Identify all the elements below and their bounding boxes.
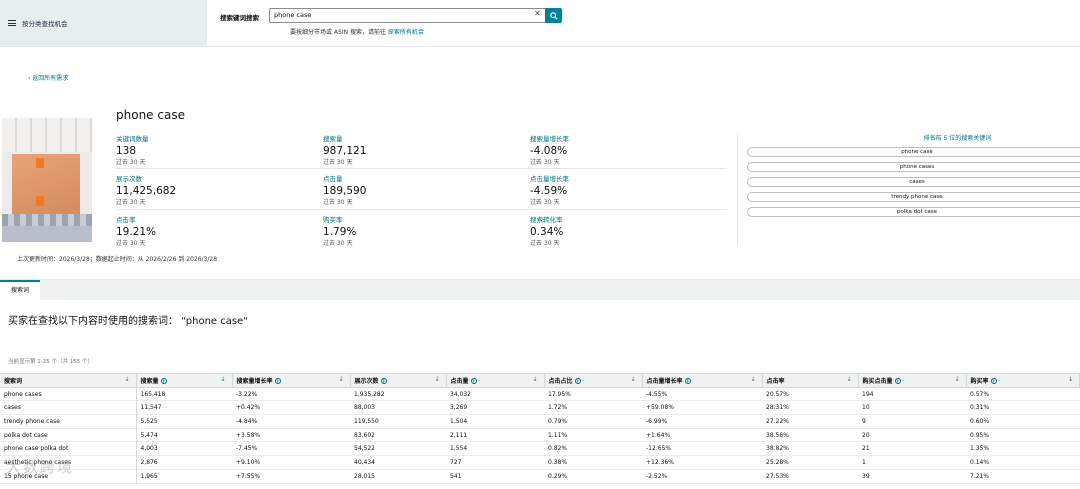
keyword-title: phone case	[116, 108, 185, 122]
top5-keyword[interactable]: polka dot case	[747, 207, 1080, 217]
metric-impressions: 展示次数 11,425,682 过去 30 天	[116, 175, 177, 206]
clear-icon[interactable]: ✕	[534, 9, 541, 18]
metric-purchase-rate: 购买率 1.79% 过去 30 天	[323, 216, 357, 247]
col-clicks[interactable]: 点击量? ↓	[446, 373, 545, 388]
table-row: phone cases 165,418 -3.22% 1,935,282 34,032 1…	[0, 387, 1080, 401]
top5-keyword[interactable]: cases	[747, 177, 1080, 187]
search-label: 搜索键词搜索	[220, 14, 259, 22]
search-button[interactable]	[545, 8, 562, 23]
metric-search-volume: 搜索量 987,121 过去 30 天	[323, 135, 367, 166]
col-search-volume[interactable]: 搜索量? ↓	[136, 373, 233, 388]
back-link[interactable]: ‹ 返回所有需求	[28, 73, 68, 82]
search-input[interactable]: phone case	[269, 8, 545, 23]
divider	[116, 168, 727, 169]
col-search-term[interactable]: 搜索词 ↓	[0, 373, 137, 388]
metric-ctr: 点击率 19.21% 过去 30 天	[116, 216, 157, 247]
search-hint: 要按细分市场或 ASIN 搜索，请前往 探索所有机会	[290, 29, 424, 36]
search-icon	[549, 11, 558, 20]
top5-keyword[interactable]: phone case	[747, 147, 1080, 157]
metric-click-growth: 点击量增长率 -4.59% 过去 30 天	[530, 175, 569, 206]
divider	[737, 133, 738, 245]
table-row: phone case polka dot 4,003 -7.45% 54,522 1,5…	[0, 441, 1080, 456]
top5-keyword[interactable]: trendy phone case	[747, 192, 1080, 202]
metric-conversion: 搜索转化率 0.34% 过去 30 天	[530, 216, 564, 247]
col-click-growth[interactable]: 点击量增长率? ↓	[642, 373, 763, 388]
table-row: 15 phone case 1,965 +7.55% 28,015 541 0.29% -2…	[0, 469, 1080, 483]
search-terms-table: 搜索词 ↓ 搜索量? ↓ 搜索量增长率? ↓ 展示次数? ↓ 点击量? ↓ 点击占比? ↓ …	[0, 373, 1080, 484]
category-menu-label[interactable]: 按分类查找机会	[22, 18, 68, 28]
top5-keyword[interactable]: phone cases	[747, 162, 1080, 172]
top-bar: 按分类查找机会 搜索键词搜索 phone case ✕ 要按细分市场或 ASIN…	[0, 0, 1080, 47]
col-impressions[interactable]: 展示次数? ↓	[350, 373, 447, 388]
table-row: aesthetic phone cases 2,876 +9.10% 40,434 72…	[0, 455, 1080, 470]
table-row: trendy phone case 5,525 -4.84% 119,550 1,504…	[0, 414, 1080, 429]
metric-search-growth: 搜索量增长率 -4.08% 过去 30 天	[530, 135, 569, 166]
tab-bar: 搜索词	[0, 279, 1080, 301]
watermark: 大数跨境	[6, 458, 75, 476]
table-row: cases 11,547 +0.42% 88,003 3,269 1.72% +59.08%…	[0, 400, 1080, 415]
col-search-growth[interactable]: 搜索量增长率? ↓	[232, 373, 351, 388]
top5-title: 排名前 5 位的搜索关键词	[923, 135, 992, 142]
last-updated: 上次更新时间：2026/3/28；数据起止时间：从 2026/2/26 到 20…	[17, 256, 218, 263]
col-purchase-rate[interactable]: 购买率? ↓	[966, 373, 1080, 388]
metric-keyword-count: 关键词数量 138 过去 30 天	[116, 135, 149, 166]
metric-clicks: 点击量 189,590 过去 30 天	[323, 175, 367, 206]
tab-search-terms[interactable]: 搜索词	[0, 280, 40, 301]
pagination-summary: 当前显示第 1-25 个（共 155 个）	[8, 359, 93, 365]
col-purchase-clicks[interactable]: 购买点击量? ↓	[858, 373, 967, 388]
divider	[116, 209, 727, 210]
col-click-share[interactable]: 点击占比? ↓	[544, 373, 643, 388]
category-menu[interactable]: 按分类查找机会	[0, 0, 207, 46]
table-row: polka dot case 5,474 +3.58% 83,602 2,111 1.11…	[0, 428, 1080, 442]
product-image	[2, 118, 92, 242]
section-headline: 买家在查找以下内容时使用的搜索词： "phone case"	[8, 316, 248, 327]
menu-icon[interactable]	[8, 20, 16, 26]
col-ctr[interactable]: 点击率 ↓	[762, 373, 859, 388]
explore-all-link[interactable]: 探索所有机会	[388, 29, 424, 36]
